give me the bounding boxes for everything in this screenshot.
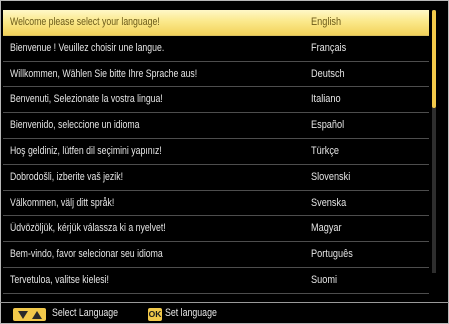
language-prompt: Dobrodošli, izberite vaš jezik! [10,170,124,183]
language-name: Magyar [311,222,342,235]
language-prompt: Willkommen, Wählen Sie bitte Ihre Sprach… [10,67,198,80]
scrollbar-thumb[interactable] [432,10,436,108]
language-prompt: Bienvenue ! Veuillez choisir une langue. [10,41,165,54]
language-name: English [311,16,342,28]
language-row-slovenski[interactable]: Dobrodošli, izberite vaš jezik! Slovensk… [3,165,429,191]
up-down-keys-icon [13,308,46,321]
down-arrow-icon [18,311,28,319]
language-name: Deutsch [311,67,345,80]
language-row-turkce[interactable]: Hoş geldiniz, lütfen dil seçimini yapını… [3,139,429,165]
language-row-portugues[interactable]: Bem-vindo, favor selecionar seu idioma P… [3,242,429,268]
language-row-magyar[interactable]: Üdvözöljük, kérjük válassza ki a nyelvet… [3,216,429,243]
language-name: Slovenski [311,170,351,183]
language-name: Türkçe [311,144,340,157]
language-name: Suomi [311,273,338,286]
language-list: Welcome please select your language! Eng… [3,10,429,294]
language-prompt: Üdvözöljük, kérjük válassza ki a nyelvet… [10,222,166,235]
language-prompt: Bem-vindo, favor selecionar seu idioma [10,248,163,261]
language-row-deutsch[interactable]: Willkommen, Wählen Sie bitte Ihre Sprach… [3,62,429,88]
select-language-hint: Select Language [52,307,119,319]
language-prompt: Tervetuloa, valitse kielesi! [10,273,109,286]
language-prompt: Benvenuti, Selezionate la vostra lingua! [10,93,163,106]
language-row-english[interactable]: Welcome please select your language! Eng… [3,10,429,36]
set-language-hint: Set language [165,307,217,319]
up-arrow-icon [32,311,42,319]
language-row-francais[interactable]: Bienvenue ! Veuillez choisir une langue.… [3,36,429,62]
language-name: Svenska [311,196,347,209]
language-prompt: Välkommen, välj ditt språk! [10,196,115,209]
footer-hint-bar: Select Language OK Set language [0,302,449,324]
language-row-espanol[interactable]: Bienvenido, seleccione un idioma Español [3,113,429,139]
language-prompt: Welcome please select your language! [10,16,160,28]
language-name: Italiano [311,93,341,106]
language-row-svenska[interactable]: Välkommen, välj ditt språk! Svenska [3,191,429,217]
language-prompt: Bienvenido, seleccione un idioma [10,119,140,132]
language-name: Português [311,248,353,261]
language-row-suomi[interactable]: Tervetuloa, valitse kielesi! Suomi [3,268,429,294]
ok-key-icon: OK [148,308,162,321]
language-name: Español [311,119,345,132]
language-name: Français [311,41,347,54]
language-prompt: Hoş geldiniz, lütfen dil seçimini yapını… [10,144,162,157]
language-row-italiano[interactable]: Benvenuti, Selezionate la vostra lingua!… [3,87,429,114]
